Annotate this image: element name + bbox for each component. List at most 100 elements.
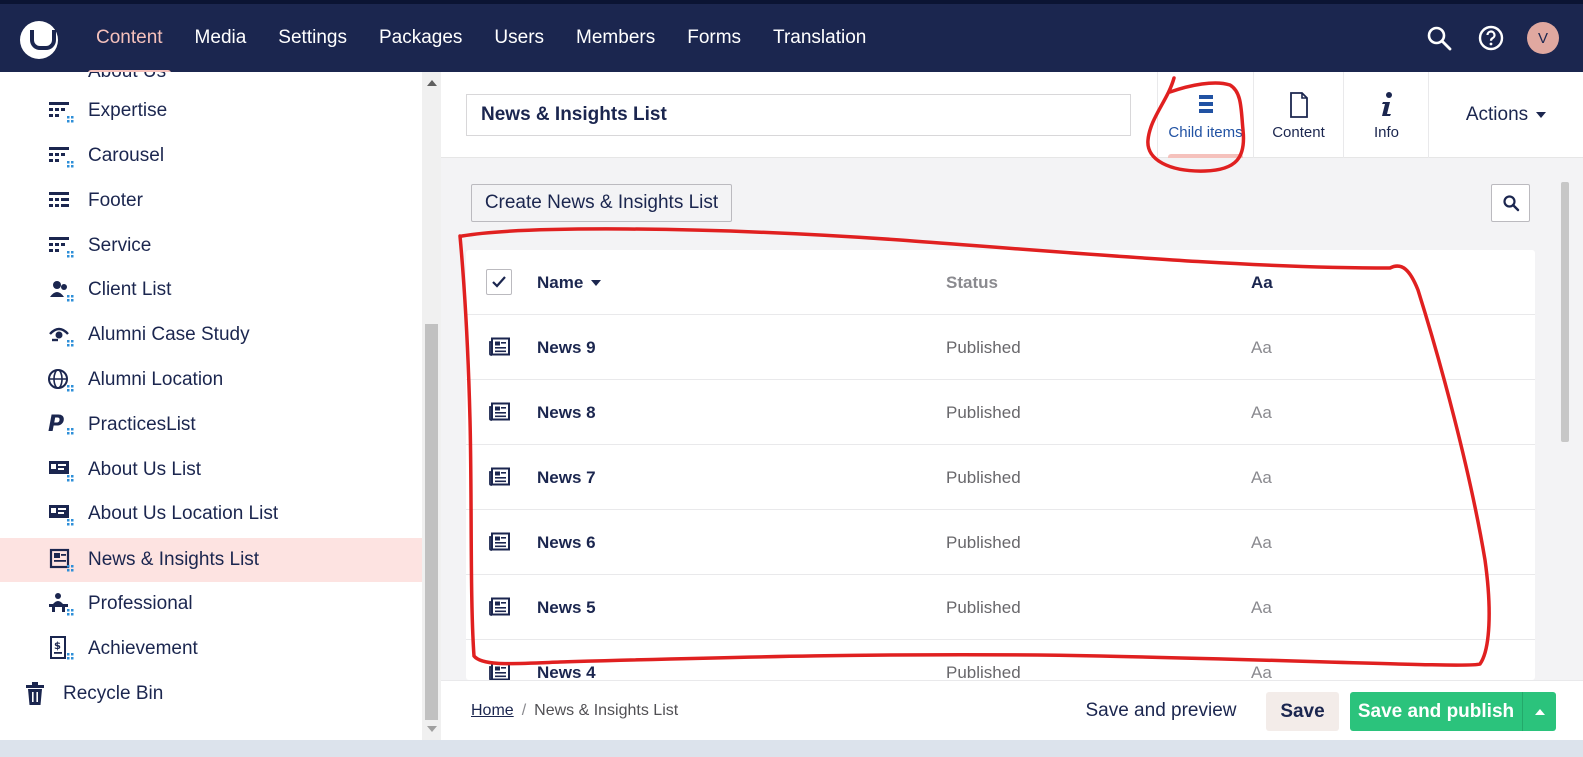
tab-info[interactable]: Info bbox=[1343, 72, 1429, 158]
tree-item-label: Service bbox=[88, 235, 152, 256]
help-icon[interactable] bbox=[1475, 22, 1507, 54]
scroll-up-arrow-icon[interactable] bbox=[427, 80, 437, 86]
save-button[interactable]: Save bbox=[1266, 692, 1339, 731]
tree-item-label: Alumni Case Study bbox=[88, 324, 250, 345]
row-name[interactable]: News 9 bbox=[537, 315, 596, 380]
newspaper-icon bbox=[489, 402, 510, 421]
tree-item-label: Carousel bbox=[88, 145, 165, 166]
row-name[interactable]: News 4 bbox=[537, 640, 596, 681]
list-icon bbox=[1197, 90, 1215, 120]
tree-item-label: Recycle Bin bbox=[63, 683, 164, 704]
column-header-aa[interactable]: Aa bbox=[1251, 250, 1273, 315]
nav-packages[interactable]: Packages bbox=[363, 4, 478, 72]
tab-content[interactable]: Content bbox=[1253, 72, 1343, 158]
document-icon bbox=[1289, 90, 1309, 120]
newspaper-icon bbox=[489, 532, 510, 551]
content-tree: About Us Expertise Carousel Footer Servi… bbox=[0, 72, 422, 740]
tree-item-expertise[interactable]: Expertise bbox=[0, 89, 422, 133]
search-icon[interactable] bbox=[1423, 22, 1455, 54]
child-items-table: Name Status Aa News 9 Published Aa News … bbox=[466, 250, 1535, 680]
nav-content[interactable]: Content bbox=[80, 4, 179, 74]
nav-members[interactable]: Members bbox=[560, 4, 671, 72]
desk-person-icon bbox=[49, 593, 74, 616]
tree-item-recycle-bin[interactable]: Recycle Bin bbox=[0, 672, 422, 716]
create-item-button[interactable]: Create News & Insights List bbox=[471, 184, 732, 222]
tree-item-footer[interactable]: Footer bbox=[0, 179, 422, 223]
editor-footer: Home / News & Insights List Save and pre… bbox=[441, 680, 1583, 740]
actions-label: Actions bbox=[1465, 104, 1529, 125]
row-name[interactable]: News 5 bbox=[537, 575, 596, 640]
table-row[interactable]: News 8 Published Aa bbox=[466, 380, 1535, 445]
row-name[interactable]: News 6 bbox=[537, 510, 596, 575]
table-row[interactable]: News 7 Published Aa bbox=[466, 445, 1535, 510]
row-aa: Aa bbox=[1251, 662, 1272, 681]
row-status: Published bbox=[946, 662, 1021, 681]
tree-item-service[interactable]: Service bbox=[0, 224, 422, 268]
tree-item-alumni-location[interactable]: Alumni Location bbox=[0, 358, 422, 402]
row-name[interactable]: News 7 bbox=[537, 445, 596, 510]
tree-item-label: News & Insights List bbox=[88, 549, 260, 570]
tree-item-label: About Us List bbox=[88, 459, 201, 480]
tree-item-label: Alumni Location bbox=[88, 369, 224, 390]
column-header-status[interactable]: Status bbox=[946, 250, 998, 315]
select-all-checkbox[interactable] bbox=[486, 269, 512, 295]
save-and-preview-button[interactable]: Save and preview bbox=[1081, 692, 1241, 730]
svg-text:P: P bbox=[48, 412, 64, 437]
tree-item-label: Footer bbox=[88, 190, 143, 211]
id-card-icon bbox=[49, 461, 74, 482]
list-search-button[interactable] bbox=[1491, 184, 1530, 222]
trash-icon bbox=[26, 682, 44, 705]
sort-caret-icon bbox=[591, 279, 602, 286]
user-avatar[interactable]: V bbox=[1527, 22, 1559, 54]
nav-forms[interactable]: Forms bbox=[671, 4, 757, 72]
tree-item-carousel[interactable]: Carousel bbox=[0, 134, 422, 178]
editor-scrollbar-thumb[interactable] bbox=[1561, 182, 1569, 442]
tab-child-items[interactable]: Child items bbox=[1157, 72, 1253, 158]
tree-item-professional[interactable]: Professional bbox=[0, 582, 422, 626]
breadcrumb: Home / News & Insights List bbox=[471, 681, 678, 741]
scroll-down-arrow-icon[interactable] bbox=[427, 726, 437, 732]
row-aa: Aa bbox=[1251, 467, 1272, 487]
node-name-input[interactable]: News & Insights List bbox=[466, 94, 1131, 136]
sidebar-scrollbar[interactable] bbox=[422, 72, 441, 740]
table-row[interactable]: News 4 Published Aa bbox=[466, 640, 1535, 680]
tree-item-news-insights-list[interactable]: News & Insights List bbox=[0, 538, 422, 582]
save-and-publish-button[interactable]: Save and publish bbox=[1350, 692, 1522, 731]
tree-item-about-us-list[interactable]: About Us List bbox=[0, 448, 422, 492]
breadcrumb-separator: / bbox=[521, 702, 527, 719]
table-row[interactable]: News 6 Published Aa bbox=[466, 510, 1535, 575]
caret-down-icon bbox=[1536, 112, 1547, 118]
tree-item-practices-list[interactable]: P PracticesList bbox=[0, 403, 422, 447]
receipt-icon: $ bbox=[50, 636, 74, 660]
sidebar-scrollbar-thumb[interactable] bbox=[425, 324, 438, 720]
tree-item-alumni-case-study[interactable]: Alumni Case Study bbox=[0, 313, 422, 357]
row-name[interactable]: News 8 bbox=[537, 380, 596, 445]
nav-settings[interactable]: Settings bbox=[262, 4, 363, 72]
row-status: Published bbox=[946, 597, 1021, 617]
tree-item-label: Client List bbox=[88, 279, 172, 300]
section-nav: Content Media Settings Packages Users Me… bbox=[80, 4, 882, 74]
publish-options-toggle[interactable] bbox=[1522, 692, 1556, 731]
tab-label: Content bbox=[1272, 123, 1325, 141]
newspaper-icon bbox=[49, 548, 74, 572]
nav-media[interactable]: Media bbox=[179, 4, 263, 72]
top-icons: V bbox=[1423, 22, 1559, 54]
row-status: Published bbox=[946, 337, 1021, 357]
actions-dropdown[interactable]: Actions bbox=[1428, 72, 1583, 158]
table-row[interactable]: News 9 Published Aa bbox=[466, 315, 1535, 380]
column-header-name[interactable]: Name bbox=[537, 250, 602, 315]
tree-item-achievement[interactable]: $ Achievement bbox=[0, 627, 422, 671]
tree-item-label: About Us Location List bbox=[88, 503, 279, 524]
umbraco-logo-icon[interactable] bbox=[20, 21, 58, 59]
svg-text:$: $ bbox=[54, 641, 61, 652]
breadcrumb-home-link[interactable]: Home bbox=[471, 702, 514, 720]
tree-item-client-list[interactable]: Client List bbox=[0, 268, 422, 312]
grid-doc-icon bbox=[49, 192, 69, 207]
newspaper-icon bbox=[489, 662, 510, 680]
nav-users[interactable]: Users bbox=[478, 4, 560, 72]
tree-item-label: Professional bbox=[88, 593, 193, 614]
tree-item-label: About Us bbox=[88, 72, 166, 83]
table-row[interactable]: News 5 Published Aa bbox=[466, 575, 1535, 640]
nav-translation[interactable]: Translation bbox=[757, 4, 882, 72]
tree-item-about-us-location-list[interactable]: About Us Location List bbox=[0, 492, 422, 536]
